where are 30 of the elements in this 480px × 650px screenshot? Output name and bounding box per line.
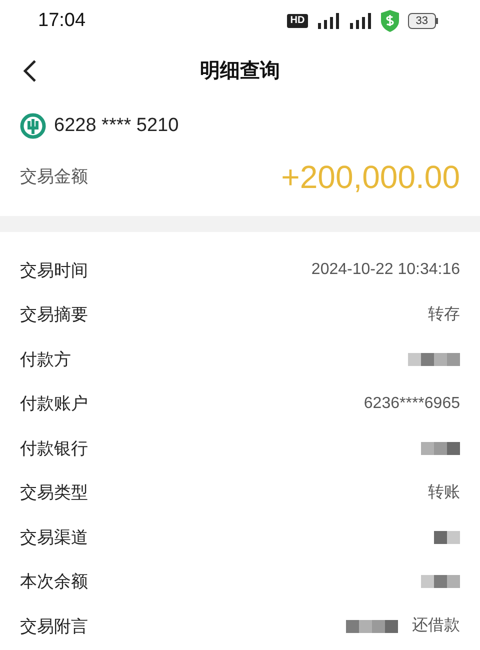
redaction-mosaic <box>421 575 460 588</box>
detail-value: 2024-10-22 10:34:16 <box>311 260 460 280</box>
shield-icon <box>380 10 400 32</box>
detail-value: 转存 <box>428 304 460 325</box>
redaction-mosaic <box>434 530 460 544</box>
detail-label: 交易时间 <box>20 260 88 282</box>
detail-label: 付款银行 <box>20 438 88 460</box>
detail-label: 本次余额 <box>20 571 88 593</box>
status-time: 17:04 <box>38 8 86 33</box>
battery-level: 33 <box>408 13 436 29</box>
detail-value: 6236****6965 <box>364 394 460 414</box>
redaction-mosaic <box>421 442 460 455</box>
signal-icon <box>348 13 372 29</box>
detail-value: 转账 <box>428 482 460 503</box>
detail-label: 交易类型 <box>20 482 88 504</box>
redaction-mosaic <box>346 620 398 633</box>
hd-badge: HD <box>287 14 308 28</box>
bank-logo-icon <box>20 113 46 139</box>
amount-label: 交易金额 <box>20 166 88 188</box>
detail-label: 交易附言 <box>20 616 88 638</box>
detail-label: 付款方 <box>20 348 71 370</box>
signal-icon <box>316 13 340 29</box>
card-number: 6228 **** 5210 <box>54 114 179 138</box>
page-title: 明细查询 <box>200 59 280 84</box>
detail-label: 交易摘要 <box>20 304 88 326</box>
detail-label: 交易渠道 <box>20 526 88 548</box>
amount-value: +200,000.00 <box>281 158 460 197</box>
detail-label: 付款账户 <box>20 393 88 415</box>
redaction-mosaic <box>408 352 460 366</box>
detail-value: 还借款 <box>412 616 460 636</box>
